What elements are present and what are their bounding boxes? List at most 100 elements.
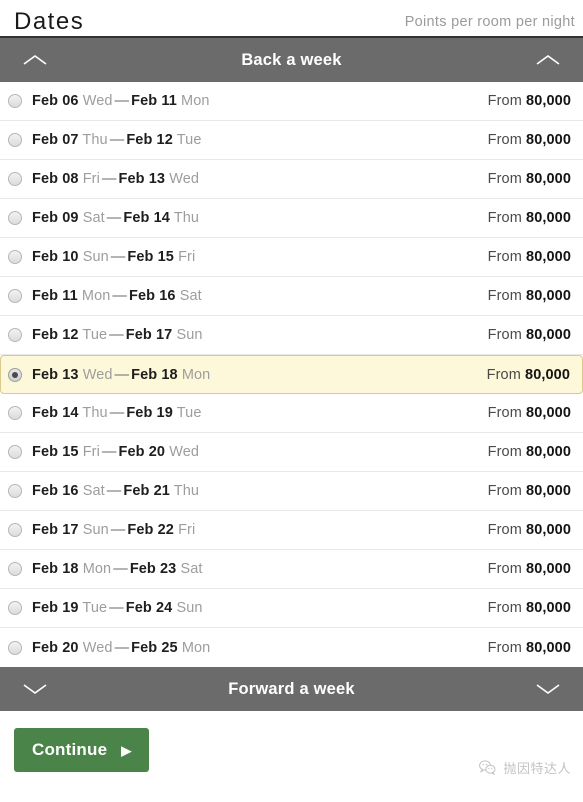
start-weekday: Sun (82, 249, 109, 265)
end-weekday: Sun (176, 600, 203, 616)
end-date: Feb 24 (125, 600, 173, 616)
start-date: Feb 20 (32, 639, 79, 656)
date-option-row[interactable]: Feb 13 Wed — Feb 18 Mon From 80,000 (0, 355, 583, 394)
date-option-row[interactable]: Feb 14 Thu — Feb 19 Tue From 80,000 (0, 394, 583, 433)
price-prefix: From (486, 366, 521, 383)
date-option-row[interactable]: Feb 20 Wed — Feb 25 Mon From 80,000 (0, 628, 583, 667)
date-option-row[interactable]: Feb 17 Sun — Feb 22 Fri From 80,000 (0, 511, 583, 550)
date-option-row[interactable]: Feb 06 Wed — Feb 11 Mon From 80,000 (0, 82, 583, 121)
range-dash: — (109, 327, 124, 343)
price-amount: 80,000 (526, 405, 571, 421)
radio-button[interactable] (8, 172, 22, 186)
date-option-row[interactable]: Feb 19 Tue — Feb 24 Sun From 80,000 (0, 589, 583, 628)
start-weekday: Sat (82, 210, 105, 226)
radio-button[interactable] (8, 562, 22, 576)
back-a-week-button[interactable]: Back a week (0, 38, 583, 82)
points-price: From 80,000 (488, 171, 571, 187)
start-date: Feb 14 (32, 405, 79, 421)
range-dash: — (106, 483, 122, 499)
start-date: Feb 18 (32, 561, 79, 577)
price-prefix: From (487, 483, 522, 499)
points-price: From 80,000 (488, 93, 571, 109)
date-options-list: Feb 06 Wed — Feb 11 Mon From 80,000 Feb 07 T… (0, 82, 583, 667)
date-option-row[interactable]: Feb 10 Sun — Feb 15 Fri From 80,000 (0, 238, 583, 277)
date-range-label: Feb 07 Thu — Feb 12 Tue (32, 132, 202, 148)
radio-button[interactable] (8, 211, 22, 225)
range-dash: — (110, 249, 126, 265)
end-date: Feb 14 (123, 210, 170, 226)
start-date: Feb 08 (32, 171, 79, 187)
end-weekday: Wed (169, 171, 200, 187)
forward-a-week-button[interactable]: Forward a week (0, 667, 583, 711)
points-price: From 80,000 (488, 288, 571, 304)
radio-button[interactable] (8, 289, 22, 303)
radio-button[interactable] (8, 406, 22, 420)
date-option-row[interactable]: Feb 08 Fri — Feb 13 Wed From 80,000 (0, 160, 583, 199)
price-amount: 80,000 (526, 288, 571, 304)
points-price: From 80,000 (487, 367, 570, 383)
points-price: From 80,000 (488, 522, 571, 538)
watermark-text: 抛因特达人 (503, 762, 571, 777)
start-weekday: Tue (82, 600, 108, 616)
price-amount: 80,000 (526, 132, 571, 148)
continue-button[interactable]: Continue ▶ (14, 728, 150, 772)
start-weekday: Mon (82, 561, 112, 577)
radio-button[interactable] (8, 328, 22, 342)
price-prefix: From (487, 249, 522, 265)
range-dash: — (101, 444, 117, 460)
end-date: Feb 11 (131, 93, 177, 109)
range-dash: — (114, 639, 130, 656)
dates-selection-screen: Dates Points per room per night Back a w… (0, 0, 583, 802)
start-date: Feb 19 (32, 600, 79, 616)
end-weekday: Tue (176, 132, 202, 148)
price-amount: 80,000 (526, 639, 571, 656)
price-amount: 80,000 (526, 249, 571, 265)
date-range-label: Feb 12 Tue — Feb 17 Sun (32, 327, 203, 343)
price-amount: 80,000 (526, 210, 571, 226)
end-weekday: Thu (173, 483, 200, 499)
date-option-row[interactable]: Feb 07 Thu — Feb 12 Tue From 80,000 (0, 121, 583, 160)
range-dash: — (109, 132, 125, 148)
points-price: From 80,000 (488, 327, 571, 343)
points-price: From 80,000 (488, 600, 571, 616)
start-weekday: Fri (82, 171, 100, 187)
radio-button[interactable] (8, 250, 22, 264)
radio-button[interactable] (8, 484, 22, 498)
radio-button-selected[interactable] (8, 367, 22, 382)
price-amount: 80,000 (526, 93, 571, 109)
range-dash: — (109, 600, 124, 616)
radio-button[interactable] (8, 133, 22, 147)
radio-button[interactable] (8, 601, 22, 615)
range-dash: — (114, 93, 130, 109)
date-range-label: Feb 14 Thu — Feb 19 Tue (32, 405, 202, 421)
start-date: Feb 17 (32, 522, 79, 538)
radio-button[interactable] (8, 640, 22, 655)
end-weekday: Wed (169, 444, 200, 460)
points-price: From 80,000 (488, 483, 571, 499)
end-date: Feb 17 (125, 327, 173, 343)
start-weekday: Wed (82, 93, 113, 109)
date-option-row[interactable]: Feb 11 Mon — Feb 16 Sat From 80,000 (0, 277, 583, 316)
end-weekday: Thu (173, 210, 200, 226)
end-weekday: Sat (180, 561, 203, 577)
end-weekday: Sat (179, 288, 202, 304)
price-amount: 80,000 (526, 561, 571, 577)
start-date: Feb 11 (32, 288, 78, 304)
start-date: Feb 12 (32, 327, 79, 343)
range-dash: — (109, 405, 125, 421)
radio-button[interactable] (8, 94, 22, 108)
date-option-row[interactable]: Feb 09 Sat — Feb 14 Thu From 80,000 (0, 199, 583, 238)
page-title: Dates (14, 8, 85, 35)
date-option-row[interactable]: Feb 15 Fri — Feb 20 Wed From 80,000 (0, 433, 583, 472)
range-dash: — (114, 366, 130, 383)
date-option-row[interactable]: Feb 16 Sat — Feb 21 Thu From 80,000 (0, 472, 583, 511)
date-option-row[interactable]: Feb 18 Mon — Feb 23 Sat From 80,000 (0, 550, 583, 589)
radio-button[interactable] (8, 445, 22, 459)
end-weekday: Tue (176, 405, 202, 421)
date-option-row[interactable]: Feb 12 Tue — Feb 17 Sun From 80,000 (0, 316, 583, 355)
end-weekday: Fri (178, 522, 196, 538)
start-date: Feb 09 (32, 210, 79, 226)
date-range-label: Feb 15 Fri — Feb 20 Wed (32, 444, 199, 460)
date-range-label: Feb 20 Wed — Feb 25 Mon (32, 640, 210, 656)
radio-button[interactable] (8, 523, 22, 537)
